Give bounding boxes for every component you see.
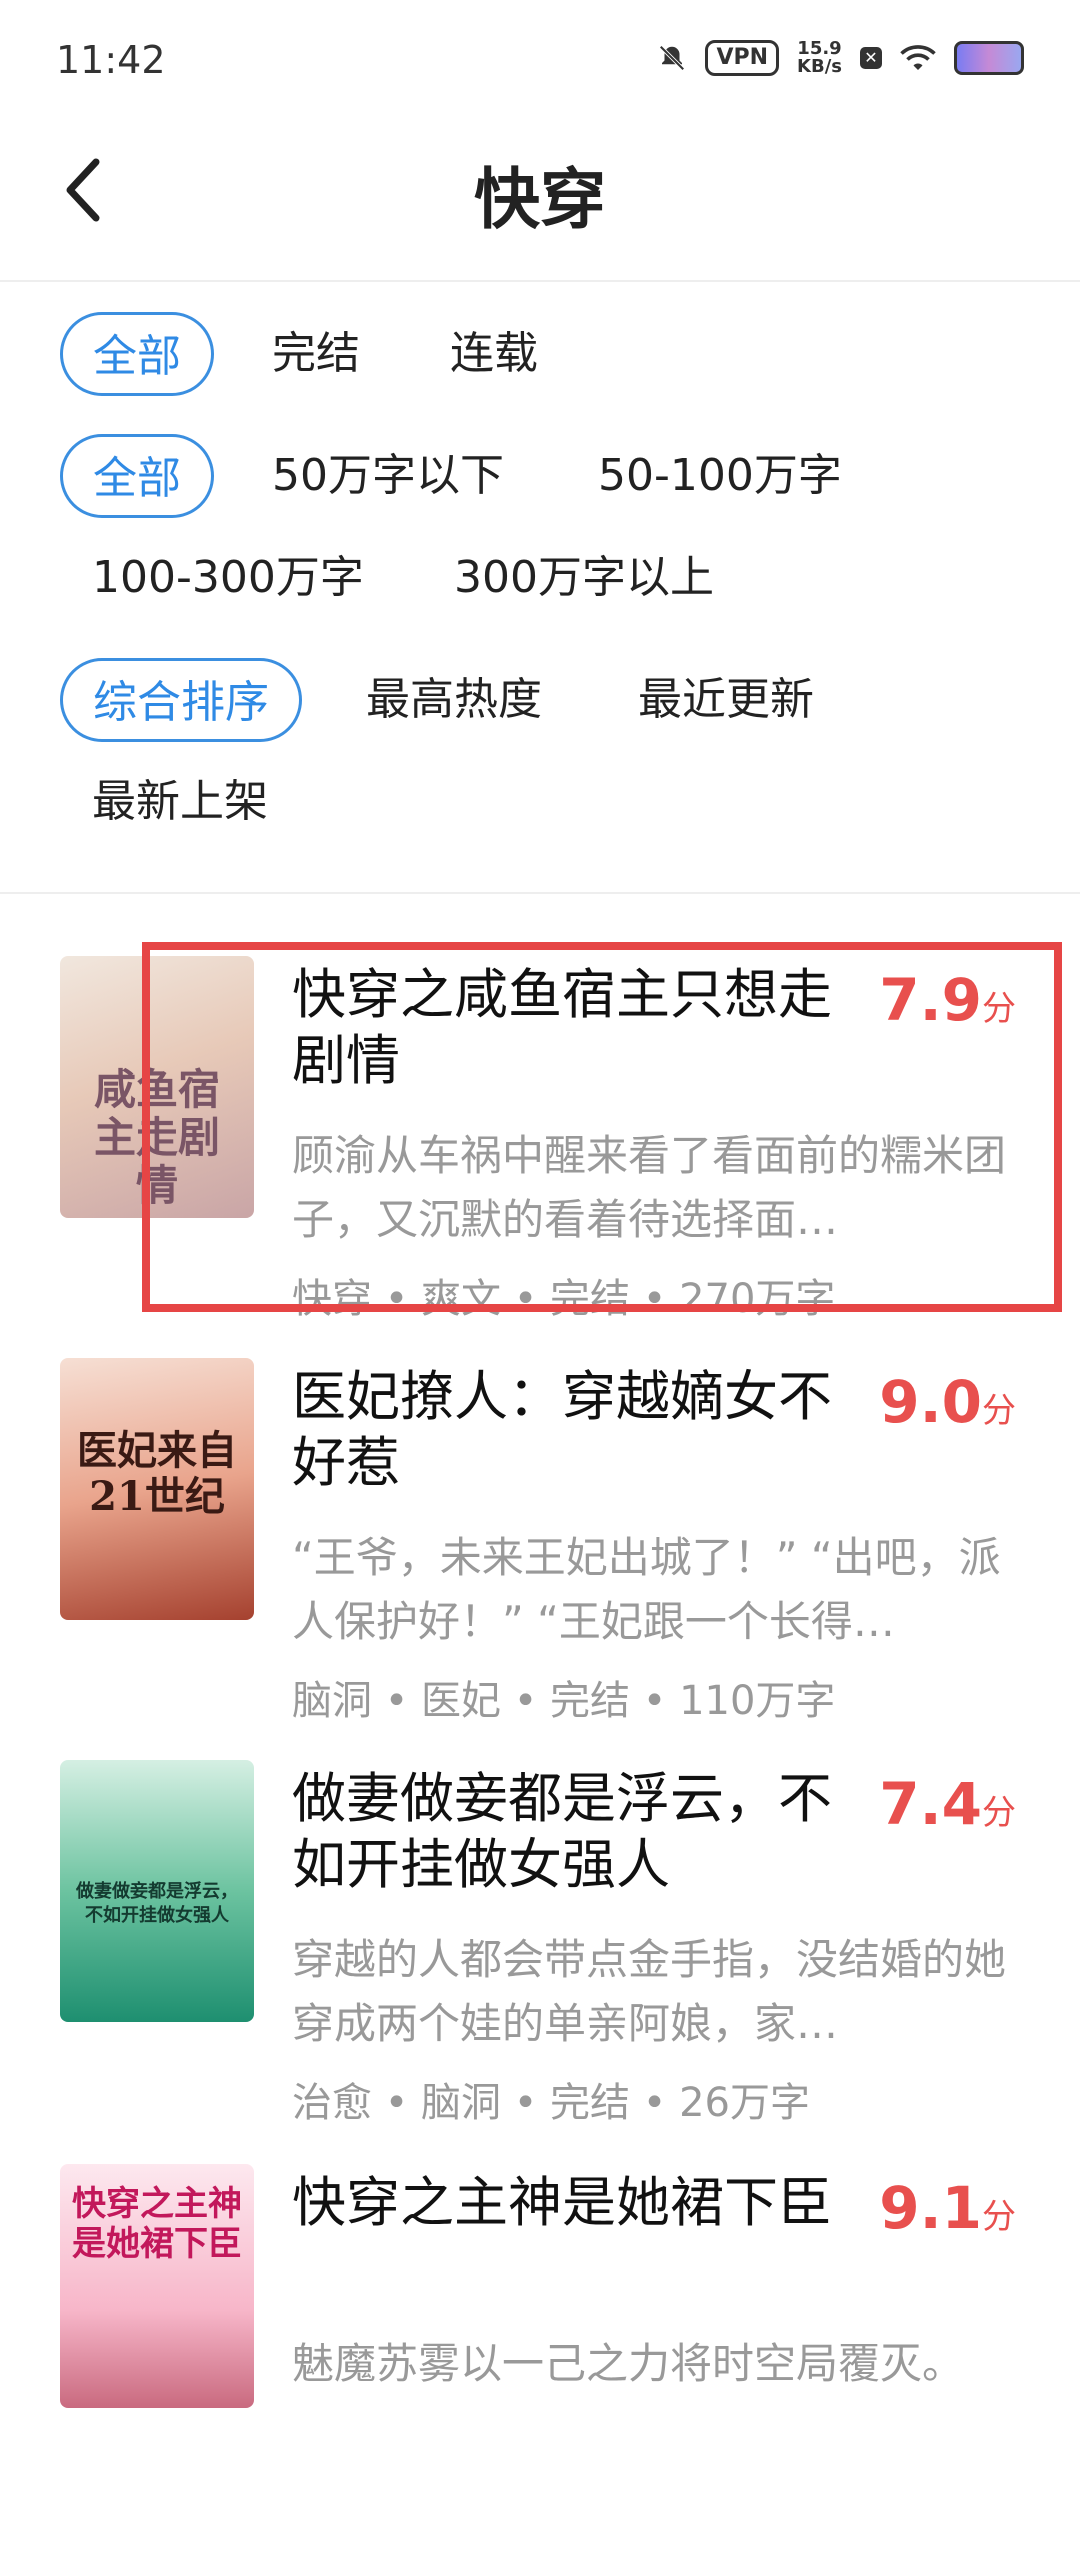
cover-title: 医妃来自21世纪: [77, 1427, 237, 1520]
book-cover[interactable]: 快穿之主神是她裙下臣: [60, 2164, 254, 2408]
header: 快穿: [0, 120, 1080, 282]
book-meta: 治愈 • 脑洞 • 完结 • 26万字: [292, 2080, 810, 2126]
mute-bell-icon: [659, 45, 686, 71]
status-time: 11:42: [56, 38, 166, 82]
book-score: 9.1分: [879, 2174, 1016, 2242]
wifi-icon: [900, 45, 936, 70]
score-unit: 分: [982, 1391, 1016, 1431]
filter-length-over-300[interactable]: 300万字以上: [454, 536, 714, 620]
filter-length-50-100[interactable]: 50-100万字: [598, 434, 842, 518]
score-unit: 分: [982, 2197, 1016, 2237]
book-score: 9.0分: [879, 1368, 1016, 1436]
book-title[interactable]: 做妻做妾都是浮云，不如开挂做女强人: [292, 1766, 852, 1898]
sort-hottest[interactable]: 最高热度: [366, 658, 542, 742]
score-value: 9.1: [879, 2174, 982, 2242]
cover-title: 快穿之主神是她裙下臣: [72, 2184, 242, 2264]
book-meta: 脑洞 • 医妃 • 完结 • 110万字: [292, 1678, 836, 1724]
score-unit: 分: [982, 1793, 1016, 1833]
score-value: 9.0: [879, 1368, 982, 1436]
filter-length-under-50[interactable]: 50万字以下: [272, 434, 504, 518]
book-item[interactable]: 做妻做妾都是浮云，不如开挂做女强人 做妻做妾都是浮云，不如开挂做女强人 7.4分…: [0, 1760, 1080, 2160]
status-icons: VPN 15.9 KB/s ✕: [657, 40, 1024, 76]
book-description: “王爷，未来王妃出城了！” “出吧，派人保护好！” “王妃跟一个长得…: [292, 1533, 1001, 1646]
divider: [0, 892, 1080, 894]
book-cover[interactable]: 做妻做妾都是浮云，不如开挂做女强人: [60, 1760, 254, 2022]
book-cover[interactable]: 医妃来自21世纪: [60, 1358, 254, 1620]
battery-icon: [954, 41, 1024, 75]
vpn-icon: VPN: [705, 40, 780, 76]
filter-panel: 全部 完结 连载 全部 50万字以下 50-100万字 100-300万字 30…: [0, 282, 1080, 892]
book-item[interactable]: 快穿之主神是她裙下臣 快穿之主神是她裙下臣 9.1分 魅魔苏雾以一己之力将时空局…: [0, 2164, 1080, 2564]
page-title: 快穿: [474, 161, 606, 238]
network-speed: 15.9 KB/s: [797, 40, 842, 76]
book-description: 魅魔苏雾以一己之力将时空局覆灭。: [292, 2339, 965, 2388]
sort-comprehensive[interactable]: 综合排序: [60, 658, 302, 742]
highlight-box: [142, 942, 1062, 1312]
book-title[interactable]: 医妃撩人：穿越嫡女不好惹: [292, 1364, 852, 1496]
x-box-icon: ✕: [860, 47, 882, 69]
filter-length-100-300[interactable]: 100-300万字: [92, 536, 364, 620]
sort-newest[interactable]: 最新上架: [92, 760, 268, 844]
score-value: 7.4: [879, 1770, 982, 1838]
book-score: 7.4分: [879, 1770, 1016, 1838]
filter-status-finished[interactable]: 完结: [272, 312, 360, 396]
filter-status-serializing[interactable]: 连载: [450, 312, 538, 396]
sort-recently-updated[interactable]: 最近更新: [638, 658, 814, 742]
book-description: 穿越的人都会带点金手指，没结婚的她穿成两个娃的单亲阿娘，家…: [292, 1935, 1007, 2048]
status-bar: 11:42 VPN 15.9 KB/s ✕: [0, 0, 1080, 120]
filter-status-all[interactable]: 全部: [60, 312, 214, 396]
book-item[interactable]: 医妃来自21世纪 医妃撩人：穿越嫡女不好惹 9.0分 “王爷，未来王妃出城了！”…: [0, 1358, 1080, 1758]
speed-unit: KB/s: [797, 56, 842, 77]
book-title[interactable]: 快穿之主神是她裙下臣: [292, 2170, 852, 2236]
filter-length-all[interactable]: 全部: [60, 434, 214, 518]
cover-title: 做妻做妾都是浮云，不如开挂做女强人: [76, 1881, 238, 1926]
